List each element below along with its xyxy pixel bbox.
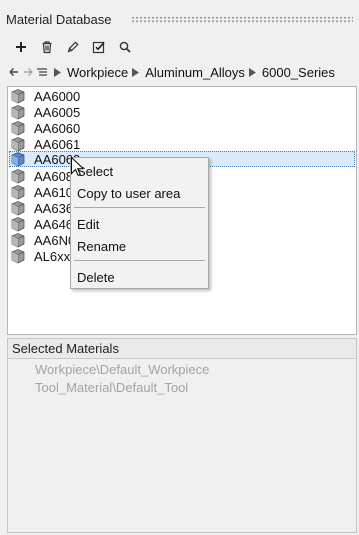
- tree-item-label: AA646: [34, 216, 74, 232]
- selected-materials-header: Selected Materials: [8, 339, 356, 359]
- search-button[interactable]: [112, 38, 138, 56]
- menu-item-select[interactable]: Select: [77, 164, 113, 179]
- tree-item-label: AA6005: [34, 104, 81, 120]
- tree-item[interactable]: AA636: [10, 200, 73, 216]
- menu-item-copy-to-user-area[interactable]: Copy to user area: [77, 186, 180, 201]
- tree-item[interactable]: AA6061: [10, 136, 80, 152]
- tree-item[interactable]: AA608: [10, 168, 73, 184]
- material-cube-icon: [11, 185, 25, 200]
- context-menu: Select Copy to user area Edit Rename Del…: [70, 157, 209, 289]
- search-icon: [119, 41, 131, 53]
- breadcrumb-item-workpiece[interactable]: Workpiece: [67, 65, 128, 80]
- menu-item-delete[interactable]: Delete: [77, 270, 115, 285]
- tree-item[interactable]: AA6000: [10, 88, 80, 104]
- chevron-right-icon: [132, 67, 140, 77]
- chevron-right-icon: [54, 67, 61, 77]
- add-button[interactable]: [8, 38, 34, 56]
- menu-separator: [74, 207, 205, 208]
- tree-item[interactable]: AA6N0: [10, 232, 75, 248]
- toolbar: [8, 38, 138, 56]
- tree-item-label: AA6061: [34, 136, 81, 152]
- tree-item-label: AA610: [34, 184, 74, 200]
- menu-item-edit[interactable]: Edit: [77, 217, 99, 232]
- breadcrumb-item-aluminum-alloys[interactable]: Aluminum_Alloys: [145, 65, 245, 80]
- material-cube-icon: [11, 233, 25, 248]
- pencil-icon: [67, 41, 79, 53]
- breadcrumb-item-6000-series[interactable]: 6000_Series: [262, 65, 335, 80]
- tree-item[interactable]: AA6060: [10, 120, 80, 136]
- history-list-button[interactable]: [36, 66, 48, 78]
- drag-grip-handle[interactable]: [131, 16, 353, 23]
- material-cube-icon: [11, 201, 25, 216]
- select-button[interactable]: [86, 38, 112, 56]
- tree-item[interactable]: AA646: [10, 216, 73, 232]
- arrow-left-icon: [9, 68, 18, 76]
- material-cube-icon: [11, 137, 25, 152]
- panel-titlebar: Material Database: [0, 0, 359, 34]
- tree-item[interactable]: AA6005: [10, 104, 80, 120]
- menu-separator: [74, 260, 205, 261]
- tree-item-label: AA6060: [34, 120, 81, 136]
- trash-icon: [42, 41, 52, 54]
- edit-button[interactable]: [60, 38, 86, 56]
- selected-material-item: Tool_Material\Default_Tool: [35, 380, 189, 395]
- arrow-right-icon: [24, 68, 33, 76]
- tree-item-label: AA6000: [34, 88, 81, 104]
- checkbox-icon: [92, 41, 105, 54]
- material-cube-icon: [11, 105, 25, 120]
- tree-item-label: AL6xx: [34, 248, 71, 264]
- tree-item[interactable]: AA610: [10, 184, 73, 200]
- tree-item[interactable]: AL6xx: [10, 248, 70, 264]
- material-cube-icon: [11, 217, 25, 232]
- selected-materials-panel: Selected Materials Workpiece\Default_Wor…: [7, 338, 357, 533]
- panel-title: Material Database: [6, 12, 112, 27]
- delete-button[interactable]: [34, 38, 60, 56]
- selected-material-item: Workpiece\Default_Workpiece: [35, 362, 210, 377]
- chevron-right-icon: [248, 67, 256, 77]
- plus-icon: [16, 42, 26, 52]
- breadcrumb: Workpiece Aluminum_Alloys 6000_Series: [8, 64, 335, 80]
- forward-button[interactable]: [22, 66, 34, 78]
- material-cube-icon: [11, 249, 25, 264]
- list-icon: [37, 68, 47, 76]
- tree-item-label: AA636: [34, 200, 74, 216]
- material-cube-icon: [11, 89, 25, 104]
- back-button[interactable]: [8, 66, 20, 78]
- material-cube-icon: [11, 169, 25, 184]
- material-cube-icon: [11, 121, 25, 136]
- material-cube-icon: [11, 152, 25, 167]
- menu-item-rename[interactable]: Rename: [77, 239, 126, 254]
- tree-item-label: AA608: [34, 168, 74, 184]
